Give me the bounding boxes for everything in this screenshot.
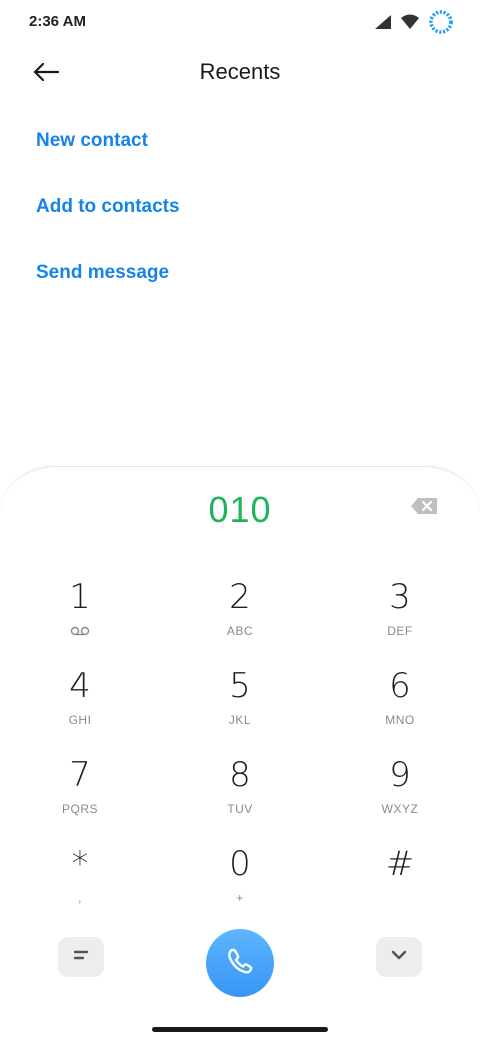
key-1[interactable]: 1	[20, 577, 140, 657]
phone-icon	[225, 946, 255, 981]
key-letters: PQRS	[61, 802, 98, 816]
key-digit: *	[71, 844, 89, 884]
key-7[interactable]: 7 PQRS	[20, 755, 140, 835]
key-5[interactable]: 5 JKL	[180, 666, 300, 746]
collapse-button[interactable]	[376, 937, 422, 977]
key-digit: #	[385, 844, 415, 884]
key-digit: 9	[389, 755, 411, 795]
backspace-button[interactable]	[410, 497, 444, 521]
key-digit: 4	[69, 666, 91, 706]
key-digit: 7	[69, 755, 91, 795]
new-contact-link[interactable]: New contact	[36, 126, 180, 192]
key-letters: WXYZ	[381, 802, 419, 816]
key-3[interactable]: 3 DEF	[340, 577, 460, 657]
send-message-link[interactable]: Send message	[36, 258, 180, 324]
key-hash[interactable]: #	[340, 844, 460, 924]
key-8[interactable]: 8 TUV	[180, 755, 300, 835]
key-2[interactable]: 2 ABC	[180, 577, 300, 657]
key-digit: 1	[69, 577, 91, 617]
add-to-contacts-link[interactable]: Add to contacts	[36, 192, 180, 258]
key-9[interactable]: 9 WXYZ	[340, 755, 460, 835]
key-letters: MNO	[385, 713, 415, 727]
key-digit: 2	[229, 577, 251, 617]
signal-icon	[374, 14, 392, 30]
status-icons	[374, 9, 454, 35]
action-list: New contact Add to contacts Send message	[36, 126, 180, 324]
dialpad-sheet: 010 1 2 ABC 3 DEF 4 GHI 5 JKL 6 MNO 7 PQ…	[0, 466, 480, 1040]
home-indicator[interactable]	[152, 1027, 328, 1032]
key-letters: +	[236, 891, 244, 905]
key-letters: DEF	[387, 624, 413, 638]
status-time: 2:36 AM	[29, 13, 86, 30]
key-letters: ,	[78, 891, 82, 905]
backspace-icon	[410, 498, 438, 519]
key-letters: JKL	[228, 713, 252, 727]
key-digit: 0	[229, 844, 251, 884]
chevron-down-icon	[390, 948, 408, 966]
wifi-icon	[400, 14, 420, 30]
status-bar: 2:36 AM	[0, 0, 480, 44]
dialed-number: 010	[208, 489, 272, 530]
page-title: Recents	[199, 59, 281, 84]
loading-ring-icon	[428, 9, 454, 35]
menu-button[interactable]	[58, 937, 104, 977]
key-6[interactable]: 6 MNO	[340, 666, 460, 746]
key-0[interactable]: 0 +	[180, 844, 300, 924]
call-button[interactable]	[206, 929, 274, 997]
key-digit: 8	[229, 755, 251, 795]
voicemail-icon	[70, 623, 90, 639]
header: Recents	[0, 50, 480, 96]
key-digit: 6	[389, 666, 411, 706]
menu-icon	[72, 948, 90, 967]
key-digit: 5	[229, 666, 251, 706]
key-star[interactable]: * ,	[20, 844, 140, 924]
key-digit: 3	[389, 577, 411, 617]
key-letters: TUV	[227, 802, 253, 816]
key-letters: GHI	[68, 713, 92, 727]
key-letters: ABC	[226, 624, 254, 638]
key-4[interactable]: 4 GHI	[20, 666, 140, 746]
